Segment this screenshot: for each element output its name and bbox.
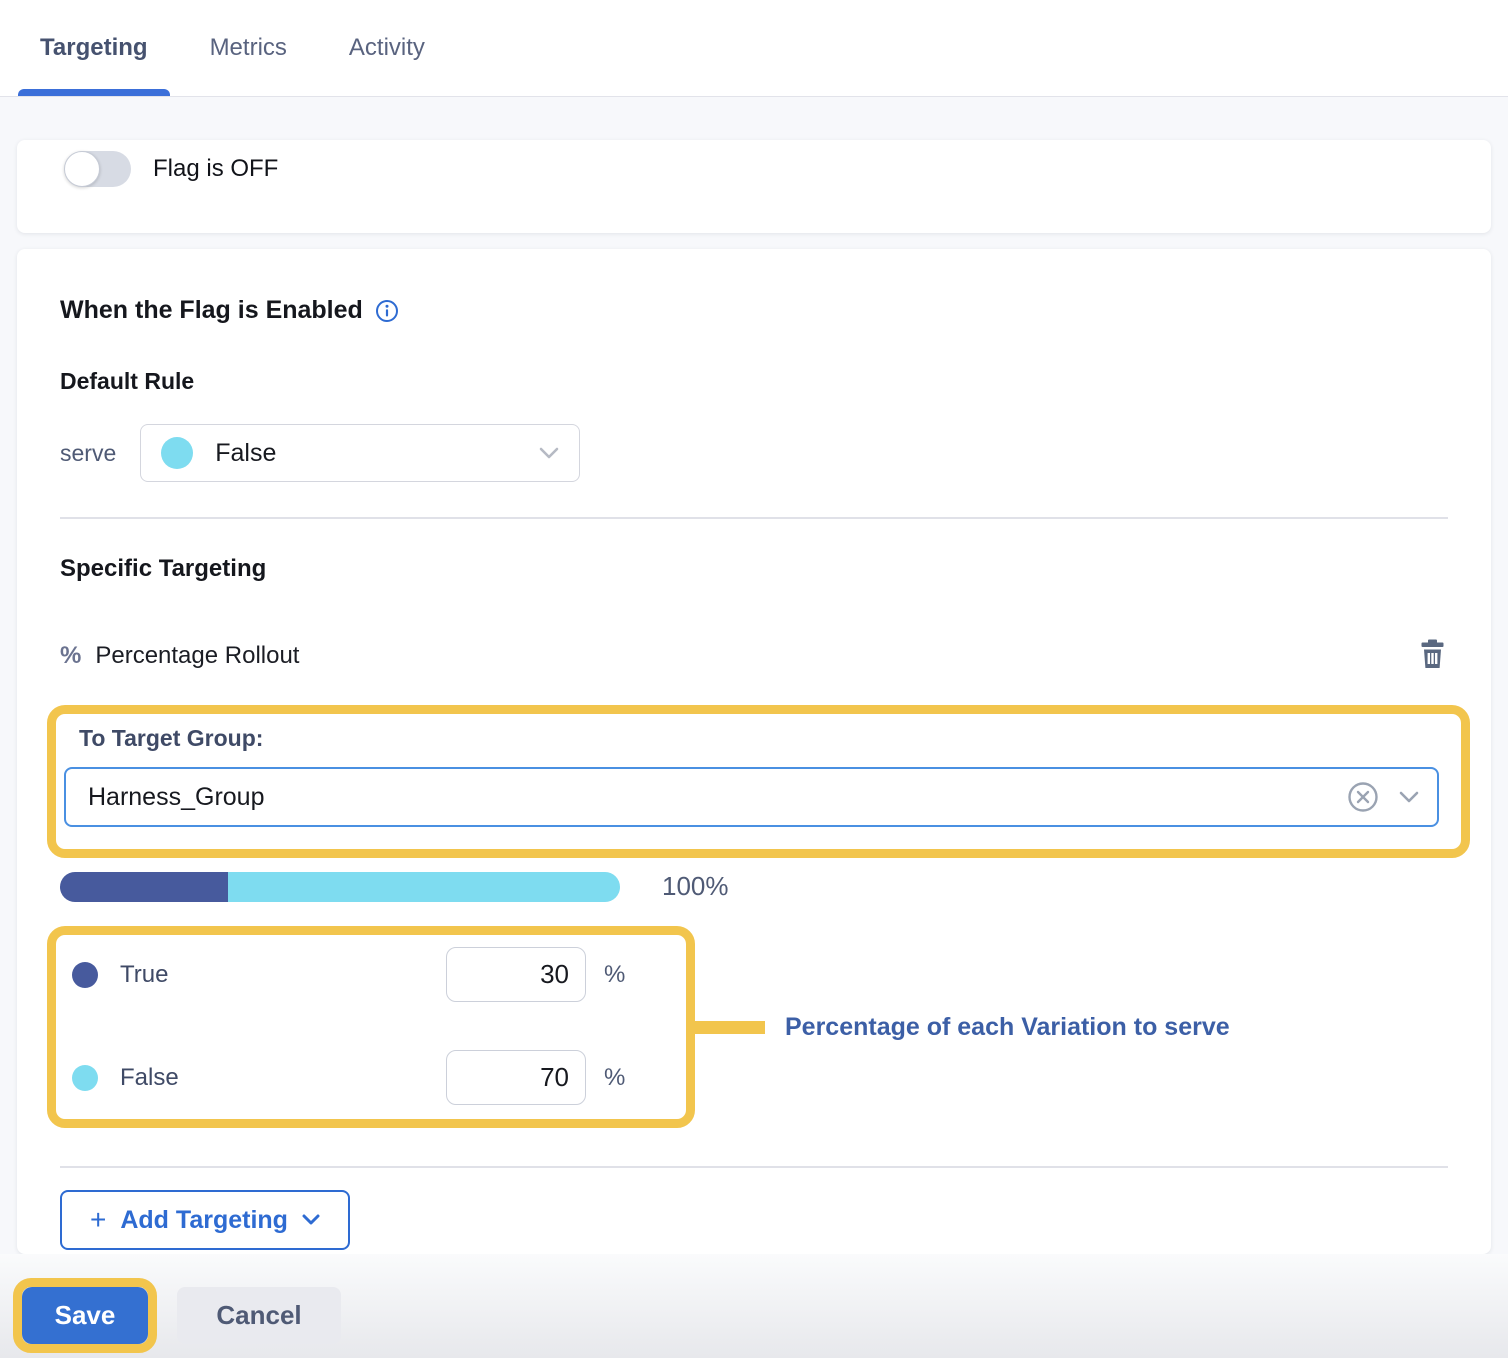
tab-bar: Targeting Metrics Activity [0, 0, 1508, 97]
specific-targeting-title: Specific Targeting [60, 555, 1448, 583]
section-divider [60, 1166, 1448, 1168]
flag-toggle[interactable] [65, 151, 131, 187]
variation-row-false: False % [64, 1050, 630, 1105]
flag-status-label: Flag is OFF [153, 155, 278, 183]
variations-annotation-row: True % False % Percentage of each Variat… [47, 926, 1448, 1128]
rollout-header: % Percentage Rollout [60, 637, 1448, 674]
chevron-down-icon[interactable] [1399, 791, 1419, 804]
flag-status-card: Flag is OFF [17, 140, 1491, 233]
section-divider [60, 517, 1448, 519]
false-color-dot [72, 1065, 98, 1091]
save-highlight-ring: Save [13, 1278, 157, 1353]
rollout-title: % Percentage Rollout [60, 642, 299, 670]
default-variation-value: False [215, 439, 539, 468]
delete-rollout-button[interactable] [1417, 637, 1448, 674]
target-group-input[interactable] [88, 783, 1347, 812]
rollout-progress-bar [60, 872, 620, 902]
tab-metrics[interactable]: Metrics [188, 0, 309, 96]
tab-activity[interactable]: Activity [327, 0, 447, 96]
annotation-text: Percentage of each Variation to serve [785, 1013, 1230, 1042]
rollout-progress-row: 100% [60, 871, 1448, 902]
toggle-knob [64, 151, 100, 187]
trash-icon [1419, 639, 1446, 669]
targeting-rules-card: When the Flag is Enabled Default Rule se… [17, 249, 1491, 1254]
action-footer: Save Cancel [0, 1254, 1508, 1358]
chevron-down-icon [302, 1214, 320, 1226]
target-group-highlight-box: To Target Group: [47, 705, 1470, 858]
percent-icon: % [60, 642, 81, 670]
serve-label: serve [60, 440, 116, 467]
percent-sign: % [604, 961, 630, 989]
variation-color-dot [161, 437, 193, 469]
tab-targeting[interactable]: Targeting [18, 0, 170, 96]
default-rule-title: Default Rule [60, 368, 1448, 395]
plus-icon: + [90, 1206, 106, 1234]
enabled-section-title: When the Flag is Enabled [60, 296, 363, 325]
save-button[interactable]: Save [22, 1287, 148, 1344]
cancel-button[interactable]: Cancel [177, 1287, 341, 1344]
false-progress-segment [228, 872, 620, 902]
progress-total-label: 100% [662, 871, 729, 902]
enabled-section-heading: When the Flag is Enabled [60, 296, 1448, 325]
rollout-title-text: Percentage Rollout [95, 642, 299, 670]
variations-highlight-box: True % False % [47, 926, 695, 1128]
true-color-dot [72, 962, 98, 988]
add-targeting-label: Add Targeting [120, 1206, 288, 1235]
target-group-select[interactable] [64, 767, 1439, 827]
variation-row-true: True % [64, 947, 630, 1002]
info-icon[interactable] [375, 299, 399, 323]
annotation-connector-line [695, 1021, 765, 1034]
clear-selection-icon[interactable] [1347, 781, 1379, 813]
add-targeting-button[interactable]: + Add Targeting [60, 1190, 350, 1250]
default-variation-select[interactable]: False [140, 424, 580, 482]
default-rule-row: serve False [60, 424, 1448, 482]
true-percent-input[interactable] [446, 947, 586, 1002]
variation-name: False [120, 1064, 446, 1092]
percent-sign: % [604, 1064, 630, 1092]
chevron-down-icon [539, 447, 559, 460]
variation-name: True [120, 961, 446, 989]
true-progress-segment [60, 872, 228, 902]
false-percent-input[interactable] [446, 1050, 586, 1105]
target-group-label: To Target Group: [79, 725, 1439, 752]
